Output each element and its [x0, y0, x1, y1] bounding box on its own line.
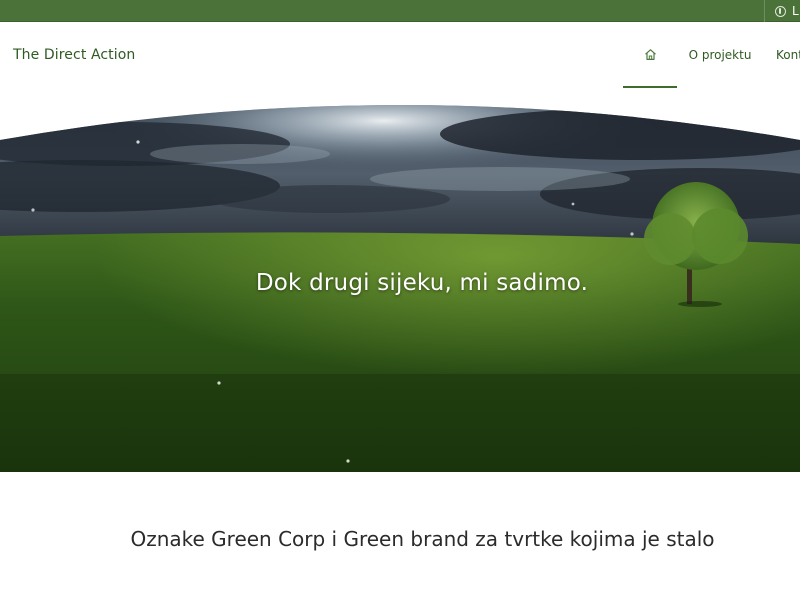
hero-headline: Dok drugi sijeku, mi sadimo.	[255, 270, 589, 296]
main-nav: O projektu Kont	[623, 22, 800, 88]
nav-item-contact[interactable]: Kont	[776, 22, 800, 88]
site-brand[interactable]: The Direct Action	[13, 47, 135, 63]
section-heading: Oznake Green Corp i Green brand za tvrtk…	[130, 527, 715, 551]
home-icon	[644, 48, 656, 60]
site-header: The Direct Action O projektu Kont	[0, 22, 800, 92]
hero-banner: Dok drugi sijeku, mi sadimo.	[0, 104, 800, 472]
nav-item-home[interactable]	[623, 22, 677, 88]
user-icon	[775, 5, 786, 17]
login-link[interactable]: L	[764, 0, 800, 22]
top-bar: L	[0, 0, 800, 22]
login-label: L	[792, 4, 799, 18]
nav-item-about[interactable]: O projektu	[689, 22, 752, 88]
